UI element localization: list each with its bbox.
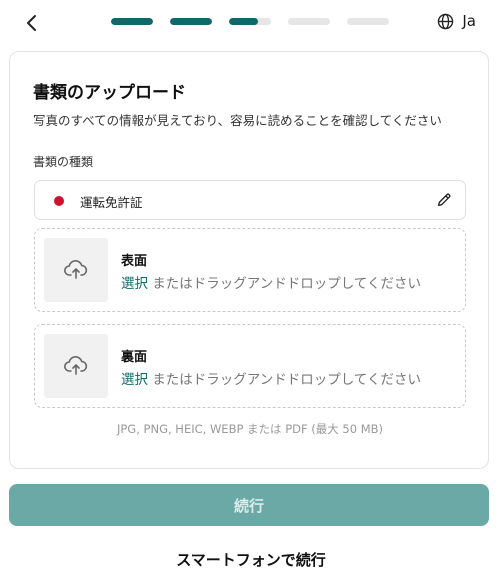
- progress-step: [229, 18, 271, 25]
- progress-step: [170, 18, 212, 25]
- japan-flag-icon: [54, 196, 64, 206]
- chevron-left-icon: [27, 15, 36, 31]
- accepted-formats: JPG, PNG, HEIC, WEBP または PDF (最大 50 MB): [116, 422, 383, 436]
- top-bar: Ja: [0, 0, 502, 46]
- upload-thumb: [44, 238, 108, 302]
- back-upload-dropzone[interactable]: 裏面 選択 またはドラッグアンドドロップしてください: [34, 324, 466, 408]
- back-title: 裏面: [121, 350, 148, 365]
- doc-type-select[interactable]: 運転免許証: [34, 180, 466, 220]
- globe-icon: [438, 13, 454, 29]
- progress-step: [347, 18, 389, 25]
- language-selector[interactable]: Ja: [437, 12, 476, 30]
- language-label: Ja: [462, 12, 476, 30]
- progress-step: [288, 18, 330, 25]
- upload-thumb: [44, 334, 108, 398]
- page-title: 書類のアップロード: [33, 83, 186, 103]
- back-hint-text: またはドラッグアンドドロップしてください: [148, 372, 421, 388]
- front-title: 表面: [121, 254, 148, 269]
- back-select-link[interactable]: 選択: [121, 372, 148, 388]
- doc-type-label: 書類の種類: [33, 155, 94, 169]
- page-subtitle: 写真のすべての情報が見えており、容易に読めることを確認してください: [33, 113, 442, 128]
- upload-card: 書類のアップロード 写真のすべての情報が見えており、容易に読めることを確認してく…: [9, 51, 489, 469]
- progress-step: [111, 18, 153, 25]
- back-button[interactable]: [20, 11, 44, 35]
- upload-icon: [64, 356, 88, 375]
- back-hint: 選択 またはドラッグアンドドロップしてください: [121, 368, 421, 388]
- front-hint: 選択 またはドラッグアンドドロップしてください: [121, 272, 421, 292]
- doc-type-value: 運転免許証: [80, 195, 143, 210]
- continue-button[interactable]: 続行: [9, 484, 489, 526]
- step-progress: [111, 18, 389, 25]
- upload-icon: [64, 260, 88, 279]
- continue-on-phone-button[interactable]: スマートフォンで続行: [0, 549, 502, 570]
- front-hint-text: またはドラッグアンドドロップしてください: [148, 276, 421, 292]
- front-upload-dropzone[interactable]: 表面 選択 またはドラッグアンドドロップしてください: [34, 228, 466, 312]
- front-select-link[interactable]: 選択: [121, 276, 148, 292]
- pencil-icon[interactable]: [435, 191, 453, 209]
